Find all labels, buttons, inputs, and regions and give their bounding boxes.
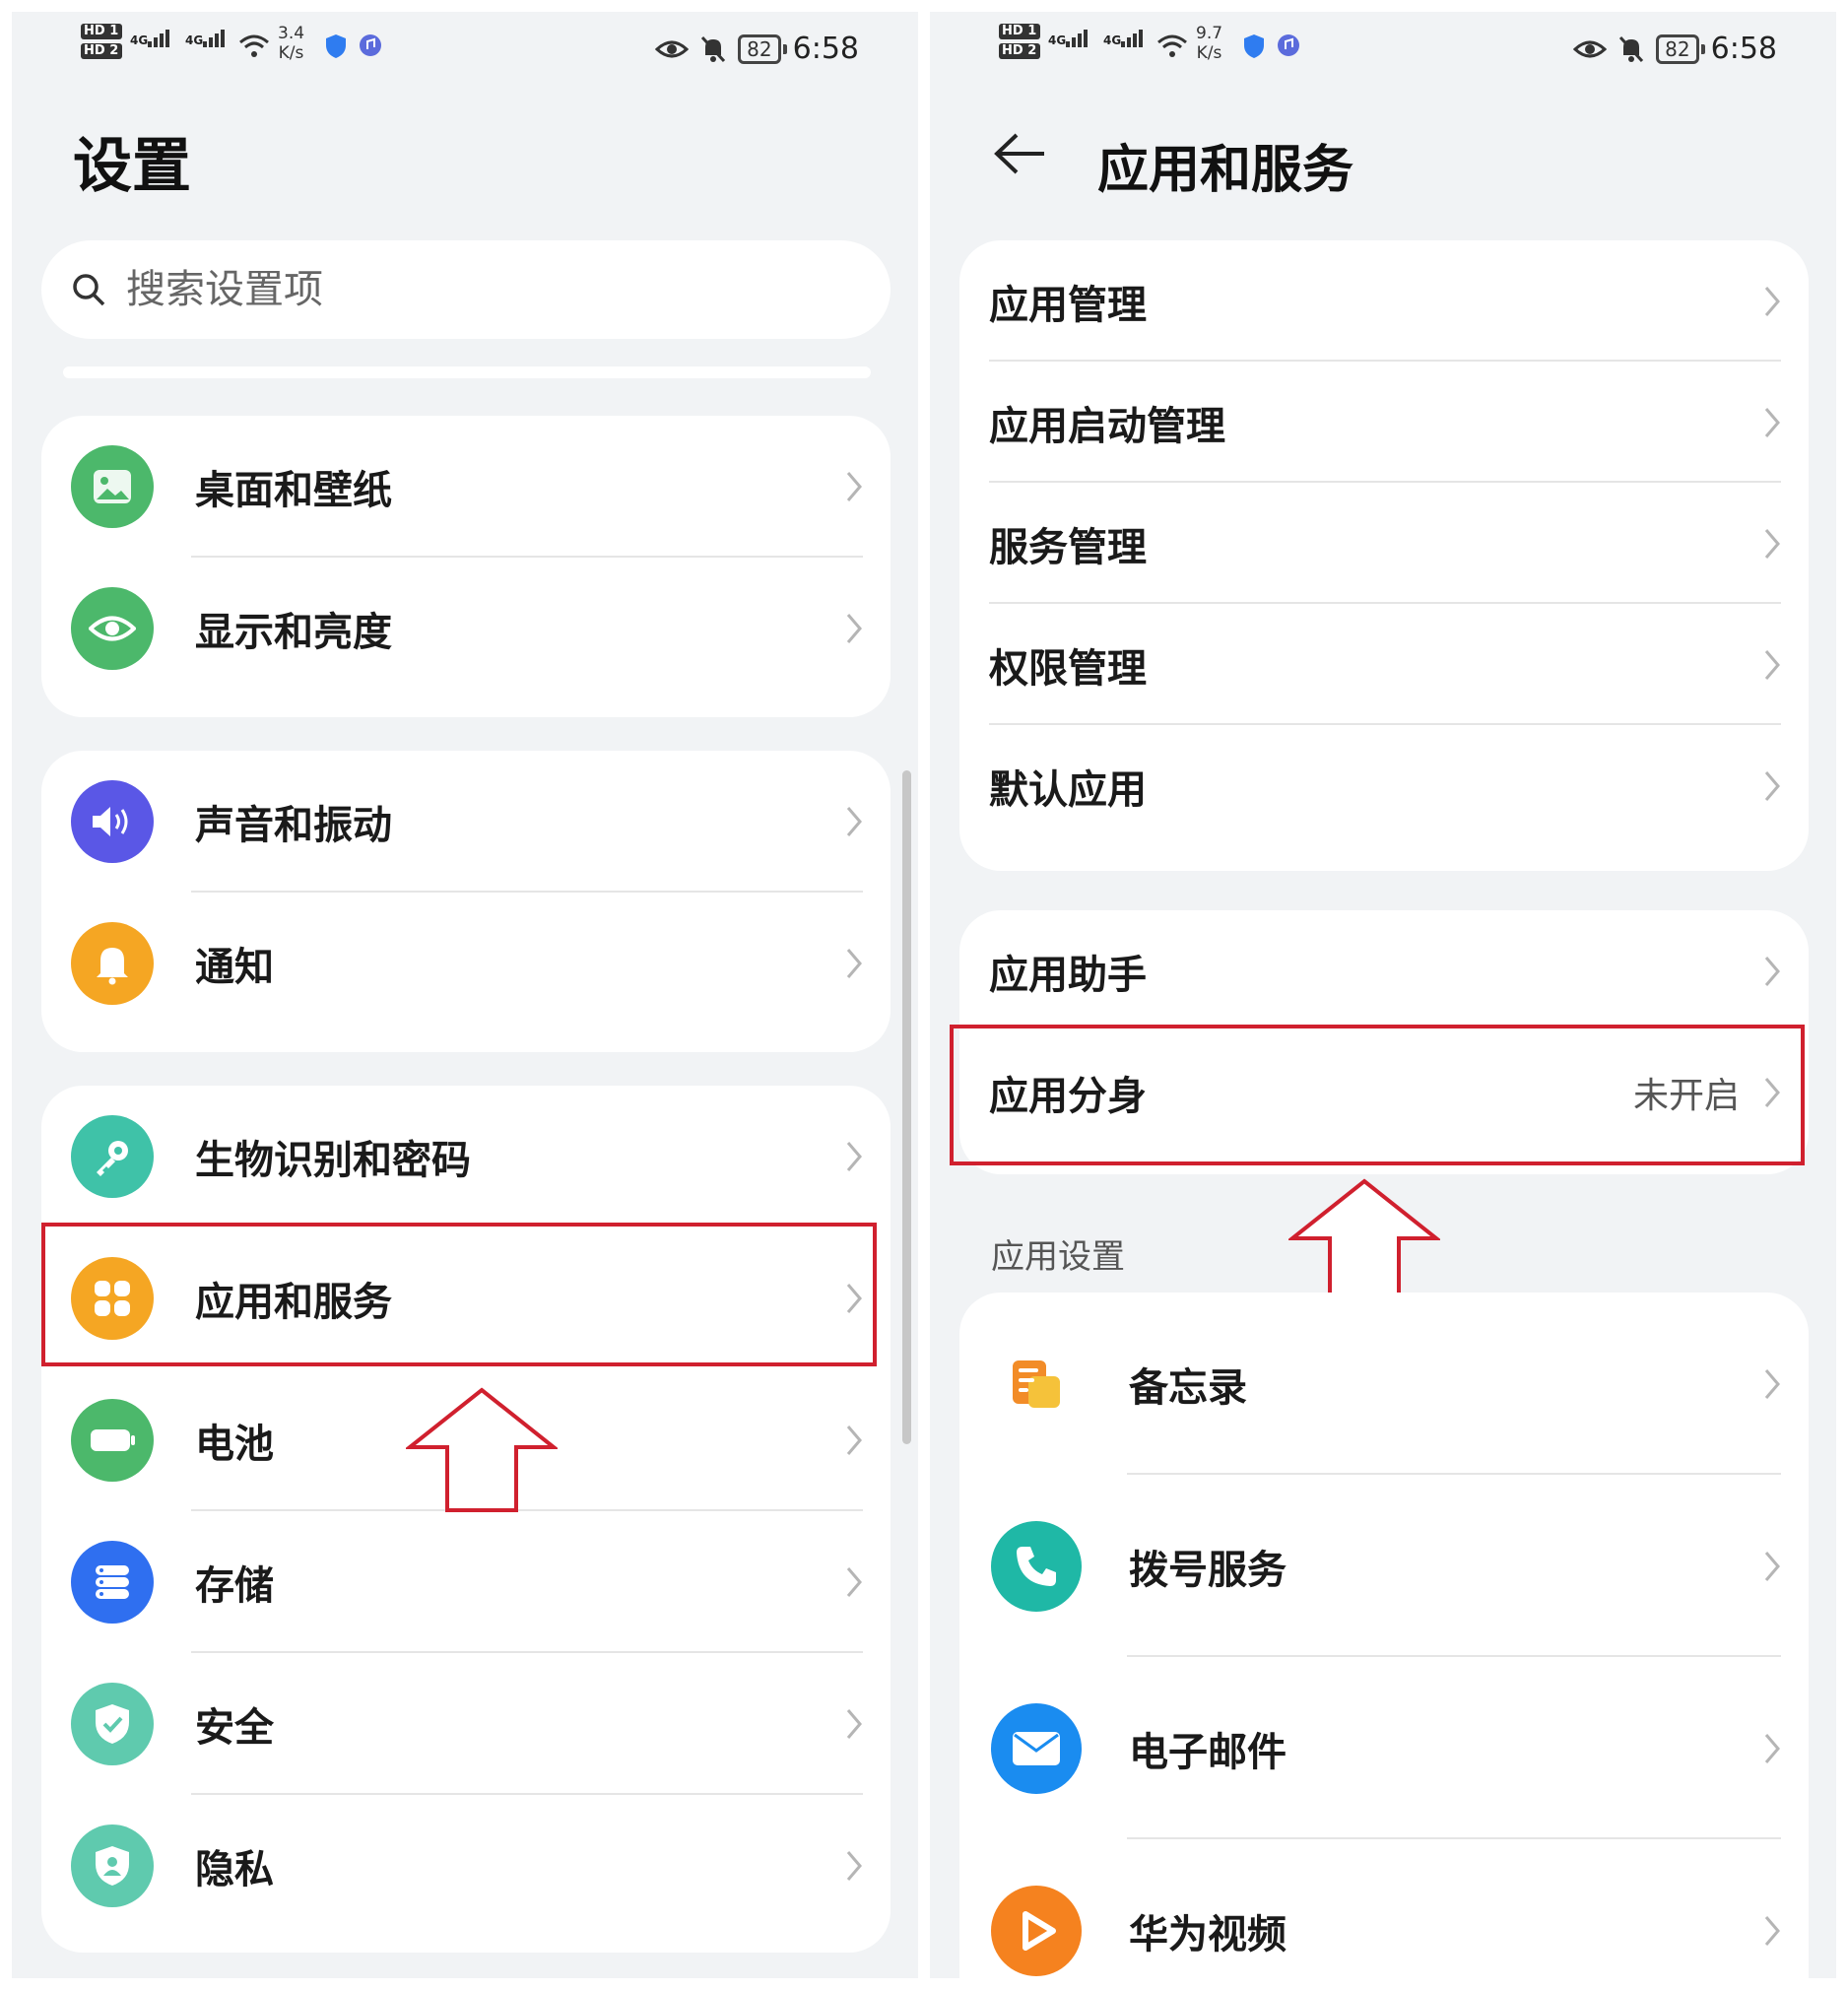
- eye-icon: [1573, 40, 1608, 57]
- key-icon: [71, 1115, 154, 1198]
- chevron-right-icon: [846, 1142, 862, 1171]
- apps-management-group: 应用管理 应用启动管理 服务管理 权限管理 默认应用: [959, 240, 1809, 871]
- hd-indicator: HD 1 HD 2: [81, 24, 124, 63]
- app-item-dialer[interactable]: 拨号服务: [959, 1475, 1809, 1657]
- chevron-right-icon: [1764, 1368, 1780, 1399]
- chevron-right-icon: [1764, 528, 1780, 559]
- signal-icon: 4G: [1048, 30, 1089, 47]
- settings-item-security[interactable]: 安全: [41, 1653, 891, 1795]
- app-item-notepad[interactable]: 备忘录: [959, 1293, 1809, 1475]
- video-play-icon: [991, 1885, 1082, 1976]
- bell-icon: [71, 922, 154, 1005]
- menu-item-permissions[interactable]: 权限管理: [959, 604, 1809, 725]
- eye-icon: [71, 587, 154, 670]
- privacy-icon: [71, 1824, 154, 1907]
- settings-item-wallpaper[interactable]: 桌面和壁纸: [41, 416, 891, 558]
- notepad-icon: [991, 1339, 1082, 1429]
- chevron-right-icon: [846, 1426, 862, 1455]
- chevron-right-icon: [846, 1709, 862, 1739]
- settings-screen: HD 1 HD 2 4G 4G 3.4 K/s 82 6:58 设置 搜索设置项…: [12, 12, 918, 1978]
- highlight-box-apps-services: [41, 1223, 877, 1366]
- wifi-icon: [239, 34, 269, 57]
- menu-item-service-management[interactable]: 服务管理: [959, 483, 1809, 604]
- storage-icon: [71, 1541, 154, 1624]
- chevron-right-icon: [1764, 1733, 1780, 1763]
- page-title: 设置: [73, 132, 191, 201]
- up-arrow-annotation: [1288, 1178, 1440, 1303]
- chevron-right-icon: [1764, 1551, 1780, 1581]
- settings-item-privacy[interactable]: 隐私: [41, 1795, 891, 1937]
- apps-services-screen: HD 1 HD 2 4G 4G 9.7 K/s 82 6:58 应用和服务 应用…: [930, 12, 1836, 1978]
- app-settings-list: 备忘录 拨号服务 电子邮件 华为视频: [959, 1293, 1809, 1978]
- search-icon: [73, 274, 105, 306]
- app-item-email[interactable]: 电子邮件: [959, 1657, 1809, 1839]
- shield-check-icon: [71, 1683, 154, 1765]
- settings-item-display[interactable]: 显示和亮度: [41, 558, 891, 699]
- settings-item-notifications[interactable]: 通知: [41, 893, 891, 1034]
- settings-item-sound[interactable]: 声音和振动: [41, 751, 891, 893]
- battery-indicator: 82: [1656, 33, 1706, 64]
- signal-icon: 4G: [130, 30, 171, 47]
- chevron-right-icon: [846, 472, 862, 501]
- chevron-right-icon: [1764, 956, 1780, 986]
- settings-item-storage[interactable]: 存储: [41, 1511, 891, 1653]
- wifi-icon: [1157, 34, 1187, 57]
- wallpaper-icon: [71, 445, 154, 528]
- back-arrow-icon[interactable]: [993, 132, 1048, 175]
- battery-indicator: 82: [738, 33, 788, 64]
- settings-group-system: 生物识别和密码 应用和服务 电池 存储 安全 隐私: [41, 1086, 891, 1953]
- menu-item-app-management[interactable]: 应用管理: [959, 240, 1809, 362]
- menu-item-default-apps[interactable]: 默认应用: [959, 725, 1809, 846]
- settings-group-display: 桌面和壁纸 显示和亮度: [41, 416, 891, 717]
- speaker-icon: [71, 780, 154, 863]
- eye-icon: [655, 40, 690, 57]
- music-icon: [360, 34, 381, 56]
- phone-icon: [991, 1520, 1082, 1612]
- chevron-right-icon: [846, 1851, 862, 1881]
- status-bar: HD 1 HD 2 4G 4G 3.4 K/s 82 6:58: [12, 12, 918, 91]
- status-bar: HD 1 HD 2 4G 4G 9.7 K/s 82 6:58: [930, 12, 1836, 91]
- chevron-right-icon: [1764, 649, 1780, 680]
- chevron-right-icon: [846, 807, 862, 836]
- signal-icon: 4G: [185, 30, 227, 47]
- collapsed-card-edge: [63, 366, 871, 378]
- settings-item-biometrics[interactable]: 生物识别和密码: [41, 1086, 891, 1227]
- settings-group-sound: 声音和振动 通知: [41, 751, 891, 1052]
- bell-off-icon: [701, 35, 726, 62]
- status-time: 6:58: [1710, 32, 1777, 66]
- app-item-huawei-video[interactable]: 华为视频: [959, 1839, 1809, 1978]
- mail-icon: [991, 1702, 1082, 1794]
- search-input[interactable]: [124, 266, 818, 313]
- signal-icon: 4G: [1103, 30, 1145, 47]
- chevron-right-icon: [1764, 286, 1780, 316]
- bell-off-icon: [1619, 35, 1644, 62]
- chevron-right-icon: [1764, 770, 1780, 801]
- shield-icon: [1244, 34, 1264, 58]
- menu-item-app-assistant[interactable]: 应用助手: [959, 910, 1809, 1031]
- scrollbar[interactable]: [902, 770, 911, 1444]
- section-title-app-settings: 应用设置: [991, 1237, 1125, 1277]
- shield-icon: [326, 34, 346, 58]
- network-speed: 3.4 K/s: [278, 24, 305, 63]
- music-icon: [1278, 34, 1299, 56]
- chevron-right-icon: [846, 1567, 862, 1597]
- battery-icon: [71, 1399, 154, 1482]
- chevron-right-icon: [1764, 1915, 1780, 1946]
- up-arrow-annotation: [406, 1387, 558, 1512]
- highlight-box-app-twin: [950, 1025, 1805, 1165]
- status-time: 6:58: [792, 32, 859, 66]
- network-speed: 9.7 K/s: [1196, 24, 1223, 63]
- hd-indicator: HD 1 HD 2: [999, 24, 1042, 63]
- menu-item-app-launch[interactable]: 应用启动管理: [959, 362, 1809, 483]
- chevron-right-icon: [846, 614, 862, 643]
- chevron-right-icon: [846, 949, 862, 978]
- search-bar[interactable]: [41, 240, 891, 339]
- chevron-right-icon: [1764, 407, 1780, 437]
- page-title: 应用和服务: [1097, 141, 1354, 200]
